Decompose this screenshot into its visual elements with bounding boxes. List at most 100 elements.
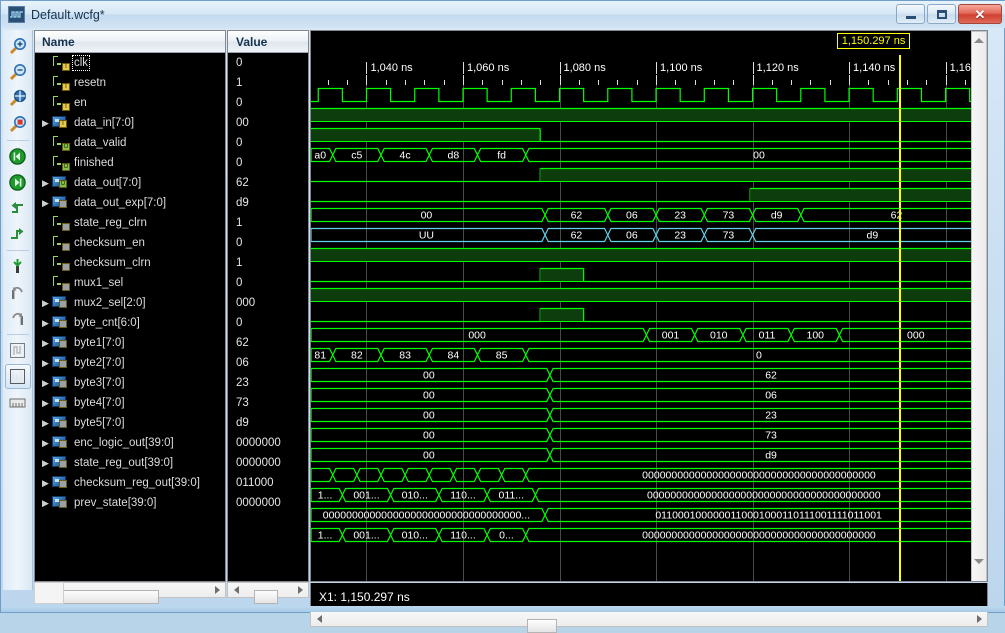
waveform-row[interactable] [311,165,987,185]
signal-row-checksum_clrn[interactable]: ▶checksum_clrn [35,253,225,273]
expand-arrow-icon[interactable]: ▶ [39,178,52,189]
signal-row-data_out_exp[interactable]: ▶ data_out_exp[7:0] [35,193,225,213]
waveform-row[interactable] [311,185,987,205]
go-to-start-icon[interactable] [5,144,31,169]
signal-row-data_in[interactable]: ▶ Idata_in[7:0] [35,113,225,133]
signal-value-cell[interactable]: 0 [228,273,308,293]
signal-value-cell[interactable]: 62 [228,333,308,353]
zoom-cursor-icon[interactable] [5,112,31,137]
cursor-line[interactable] [898,55,901,581]
signal-row-checksum_en[interactable]: ▶checksum_en [35,233,225,253]
signal-row-byte4[interactable]: ▶ byte4[7:0] [35,393,225,413]
waveform-row[interactable]: UU 62 06 23 73 d9 [311,225,987,245]
snap-to-transition-icon[interactable] [5,338,31,363]
waveform-row[interactable]: 00 62 [311,365,987,385]
waveform-row[interactable]: 00 62 06 23 73 d9 62 [311,205,987,225]
expand-arrow-icon[interactable]: ▶ [39,338,52,349]
signal-row-byte_cnt[interactable]: ▶ byte_cnt[6:0] [35,313,225,333]
signal-row-byte1[interactable]: ▶ byte1[7:0] [35,333,225,353]
waveform-row[interactable] [311,85,987,105]
signal-row-state_reg_out[interactable]: ▶ state_reg_out[39:0] [35,453,225,473]
waveform-row[interactable]: 0000000000000000000000000000000000000000 [311,465,987,485]
signal-row-en[interactable]: ▶Ien [35,93,225,113]
signal-value-cell[interactable]: 0000000 [228,453,308,473]
scroll-up-button[interactable] [972,32,986,48]
signal-row-byte5[interactable]: ▶ byte5[7:0] [35,413,225,433]
signal-row-resetn[interactable]: ▶Iresetn [35,73,225,93]
name-column-header[interactable]: Name [35,31,225,53]
previous-marker-icon[interactable] [5,280,31,305]
value-column-header[interactable]: Value [228,31,308,53]
waveform-row[interactable]: a0 c5 4c d8 fd 00 [311,145,987,165]
signal-value-cell[interactable]: 011000 [228,473,308,493]
expand-arrow-icon[interactable]: ▶ [39,498,52,509]
wave-hscrollbar[interactable] [310,611,988,633]
signal-row-finished[interactable]: ▶Ofinished [35,153,225,173]
waveform-row[interactable] [311,105,987,125]
signal-value-cell[interactable]: 0 [228,153,308,173]
waveform-row[interactable]: 00 73 [311,425,987,445]
signal-value-cell[interactable]: 0 [228,233,308,253]
signal-value-cell[interactable]: 0 [228,133,308,153]
waveform-row[interactable]: 0000000000000000000000000000000000... 011… [311,505,987,525]
zoom-in-icon[interactable] [5,34,31,59]
wave-scroll-thumb[interactable] [527,619,557,633]
signal-value-cell[interactable]: 06 [228,353,308,373]
signal-value-cell[interactable]: 0000000 [228,433,308,453]
signal-row-data_out[interactable]: ▶ Odata_out[7:0] [35,173,225,193]
signal-value-cell[interactable]: 00 [228,113,308,133]
values-scroll-thumb[interactable] [254,590,278,604]
expand-arrow-icon[interactable]: ▶ [39,378,52,389]
zoom-out-icon[interactable] [5,60,31,85]
signal-value-cell[interactable]: 0 [228,53,308,73]
floating-ruler-icon[interactable] [4,364,31,389]
add-marker-icon[interactable] [5,254,31,279]
signal-row-mux1_sel[interactable]: ▶mux1_sel [35,273,225,293]
waveform-row[interactable]: 00 23 [311,405,987,425]
expand-arrow-icon[interactable]: ▶ [39,118,52,129]
waveform-row[interactable] [311,285,987,305]
close-button[interactable]: ✕ [958,4,1002,24]
signal-row-mux2_sel[interactable]: ▶ mux2_sel[2:0] [35,293,225,313]
signal-value-cell[interactable]: d9 [228,193,308,213]
expand-arrow-icon[interactable]: ▶ [39,458,52,469]
waveform-row[interactable]: 1... 001... 010... 110... 011... 000000000000… [311,485,987,505]
expand-arrow-icon[interactable]: ▶ [39,318,52,329]
names-scroll-thumb[interactable] [51,590,159,604]
values-scroll-left-button[interactable] [228,583,244,597]
waveform-row[interactable]: 00 06 [311,385,987,405]
signal-value-cell[interactable]: d9 [228,413,308,433]
signal-row-enc_logic_out[interactable]: ▶ enc_logic_out[39:0] [35,433,225,453]
waveform-row[interactable] [311,265,987,285]
wave-scroll-right-button[interactable] [971,612,987,626]
waveform-row[interactable] [311,125,987,145]
expand-arrow-icon[interactable]: ▶ [39,418,52,429]
expand-arrow-icon[interactable]: ▶ [39,438,52,449]
scroll-down-button[interactable] [972,553,986,569]
next-transition-icon[interactable] [5,222,31,247]
signal-value-cell[interactable]: 62 [228,173,308,193]
expand-arrow-icon[interactable]: ▶ [39,398,52,409]
expand-arrow-icon[interactable]: ▶ [39,298,52,309]
signal-value-cell[interactable]: 1 [228,213,308,233]
go-to-end-icon[interactable] [5,170,31,195]
expand-arrow-icon[interactable]: ▶ [39,358,52,369]
values-scroll-right-button[interactable] [292,583,308,597]
expand-arrow-icon[interactable]: ▶ [39,198,52,209]
expand-arrow-icon[interactable]: ▶ [39,478,52,489]
signal-value-cell[interactable]: 1 [228,73,308,93]
signal-row-data_valid[interactable]: ▶Odata_valid [35,133,225,153]
signal-row-byte2[interactable]: ▶ byte2[7:0] [35,353,225,373]
wave-canvas[interactable]: a0 c5 4c d8 fd 00 00 62 06 23 73 d9 62 UU 62 06 23 73 d9 00… [311,85,987,581]
signal-row-byte3[interactable]: ▶ byte3[7:0] [35,373,225,393]
signal-value-cell[interactable]: 1 [228,253,308,273]
signal-value-cell[interactable]: 0000000 [228,493,308,513]
previous-transition-icon[interactable] [5,196,31,221]
signal-row-prev_state[interactable]: ▶ prev_state[39:0] [35,493,225,513]
signal-row-checksum_reg_out[interactable]: ▶ checksum_reg_out[39:0] [35,473,225,493]
names-scroll-right-button[interactable] [209,583,225,597]
signal-value-cell[interactable]: 0 [228,313,308,333]
waveform-row[interactable] [311,245,987,265]
signal-value-cell[interactable]: 0 [228,93,308,113]
wave-pane[interactable]: 1,040 ns 1,060 ns 1,080 ns 1,100 ns 1,120 ns… [310,30,988,582]
